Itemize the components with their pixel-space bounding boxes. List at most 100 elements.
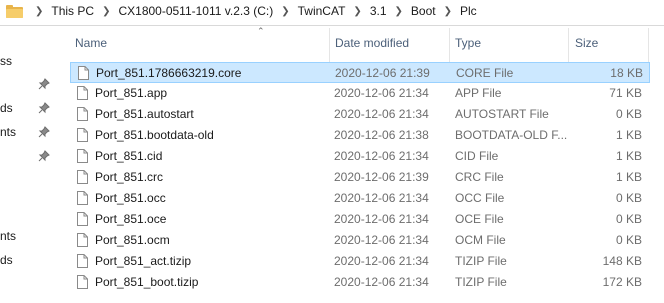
file-icon: [78, 66, 89, 80]
chevron-right-icon[interactable]: ❯: [102, 6, 110, 17]
file-type: AUTOSTART File: [455, 107, 549, 121]
file-row[interactable]: Port_851.autostart 2020-12-06 21:34 AUTOST…: [70, 104, 650, 125]
file-type: APP File: [455, 86, 502, 100]
file-name: Port_851.oce: [95, 212, 167, 226]
file-date-modified: 2020-12-06 21:34: [334, 86, 429, 100]
column-header-type[interactable]: Type: [455, 36, 481, 50]
file-icon: [77, 254, 88, 268]
file-size: 18 KB: [610, 66, 643, 80]
chevron-right-icon[interactable]: ❯: [35, 6, 43, 17]
file-name: Port_851_boot.tizip: [95, 275, 199, 289]
file-icon: [77, 107, 88, 121]
file-row[interactable]: Port_851.bootdata-old 2020-12-06 21:38 BOO…: [70, 125, 650, 146]
breadcrumb-3-1[interactable]: 3.1: [370, 4, 387, 18]
breadcrumb-plc[interactable]: Plc: [460, 4, 477, 18]
file-size: 0 KB: [615, 212, 642, 226]
file-name: Port_851.ocm: [95, 233, 170, 247]
pin-icon[interactable]: [38, 150, 50, 162]
nav-item-documents-2[interactable]: nts: [0, 229, 16, 243]
address-bar[interactable]: ❯ This PC ❯ CX1800-0511-1011 v.2.3 (C:) …: [0, 0, 664, 26]
column-divider[interactable]: [449, 28, 450, 62]
column-header-size[interactable]: Size: [575, 36, 598, 50]
file-size: 0 KB: [615, 191, 642, 205]
file-date-modified: 2020-12-06 21:34: [334, 233, 429, 247]
chevron-right-icon[interactable]: ❯: [395, 6, 403, 17]
file-name: Port_851.autostart: [95, 107, 194, 121]
file-type: TIZIP File: [455, 254, 507, 268]
nav-item-documents[interactable]: nts: [0, 125, 16, 139]
column-header-date-modified[interactable]: Date modified: [335, 36, 409, 50]
file-icon: [77, 191, 88, 205]
nav-item-quick-access[interactable]: ss: [0, 54, 12, 68]
file-row[interactable]: Port_851.1786663219.core 2020-12-06 21:39…: [70, 62, 650, 83]
file-row[interactable]: Port_851_boot.tizip 2020-12-06 21:34 TIZIP…: [70, 272, 650, 293]
file-type: OCM File: [455, 233, 506, 247]
file-date-modified: 2020-12-06 21:39: [334, 170, 429, 184]
file-name: Port_851.bootdata-old: [95, 128, 214, 142]
file-date-modified: 2020-12-06 21:34: [334, 212, 429, 226]
file-icon: [77, 212, 88, 226]
column-header-name[interactable]: Name: [75, 36, 107, 50]
file-type: CORE File: [456, 66, 514, 80]
file-type: OCC File: [455, 191, 505, 205]
file-date-modified: 2020-12-06 21:39: [335, 66, 430, 80]
file-type: BOOTDATA-OLD F...: [455, 128, 568, 142]
file-size: 148 KB: [602, 254, 642, 268]
file-size: 1 KB: [615, 170, 642, 184]
folder-icon: [6, 4, 23, 18]
breadcrumb-this-pc[interactable]: This PC: [51, 4, 94, 18]
file-date-modified: 2020-12-06 21:38: [334, 128, 429, 142]
file-row[interactable]: Port_851.occ 2020-12-06 21:34 OCC File 0 KB: [70, 188, 650, 209]
chevron-right-icon[interactable]: ❯: [444, 6, 452, 17]
column-divider[interactable]: [568, 28, 569, 62]
file-icon: [77, 86, 88, 100]
file-name: Port_851.crc: [95, 170, 164, 184]
file-size: 0 KB: [615, 233, 642, 247]
file-row[interactable]: Port_851.cid 2020-12-06 21:34 CID File 1 KB: [70, 146, 650, 167]
file-icon: [77, 128, 88, 142]
breadcrumb-boot[interactable]: Boot: [411, 4, 436, 18]
file-name: Port_851.occ: [95, 191, 166, 205]
file-size: 0 KB: [615, 107, 642, 121]
chevron-right-icon[interactable]: ❯: [281, 6, 289, 17]
nav-item-downloads[interactable]: ds: [0, 101, 13, 115]
file-date-modified: 2020-12-06 21:34: [334, 191, 429, 205]
file-size: 172 KB: [602, 275, 642, 289]
file-icon: [77, 149, 88, 163]
column-divider[interactable]: [648, 28, 649, 62]
file-name: Port_851_act.tizip: [95, 254, 192, 268]
file-name: Port_851.1786663219.core: [96, 66, 242, 80]
file-type: TIZIP File: [455, 275, 507, 289]
file-row[interactable]: Port_851.app 2020-12-06 21:34 APP File 71 K…: [70, 83, 650, 104]
breadcrumb-drive[interactable]: CX1800-0511-1011 v.2.3 (C:): [118, 4, 273, 18]
file-type: CID File: [455, 149, 499, 163]
pin-icon[interactable]: [38, 126, 50, 138]
breadcrumb-twincat[interactable]: TwinCAT: [298, 4, 346, 18]
pin-icon[interactable]: [38, 102, 50, 114]
file-date-modified: 2020-12-06 21:34: [334, 107, 429, 121]
navigation-pane: ss ds nts nts ds: [0, 26, 62, 303]
chevron-right-icon[interactable]: ❯: [353, 6, 361, 17]
file-size: 1 KB: [615, 128, 642, 142]
file-size: 1 KB: [615, 149, 642, 163]
file-row[interactable]: Port_851.ocm 2020-12-06 21:34 OCM File 0 KB: [70, 230, 650, 251]
file-date-modified: 2020-12-06 21:34: [334, 254, 429, 268]
file-name: Port_851.app: [95, 86, 168, 100]
nav-item-downloads-2[interactable]: ds: [0, 253, 13, 267]
column-header-row: ⌃ Name Date modified Type Size: [63, 26, 664, 62]
file-icon: [77, 275, 88, 289]
file-row[interactable]: Port_851.crc 2020-12-06 21:39 CRC File 1 KB: [70, 167, 650, 188]
file-date-modified: 2020-12-06 21:34: [334, 275, 429, 289]
file-icon: [77, 233, 88, 247]
file-size: 71 KB: [609, 86, 642, 100]
sort-ascending-icon: ⌃: [257, 26, 265, 36]
column-divider[interactable]: [329, 28, 330, 62]
file-icon: [77, 170, 88, 184]
file-row[interactable]: Port_851_act.tizip 2020-12-06 21:34 TIZIP …: [70, 251, 650, 272]
file-row[interactable]: Port_851.oce 2020-12-06 21:34 OCE File 0 KB: [70, 209, 650, 230]
file-name: Port_851.cid: [95, 149, 163, 163]
file-type: OCE File: [455, 212, 504, 226]
file-date-modified: 2020-12-06 21:34: [334, 149, 429, 163]
pin-icon[interactable]: [38, 78, 50, 90]
file-type: CRC File: [455, 170, 504, 184]
